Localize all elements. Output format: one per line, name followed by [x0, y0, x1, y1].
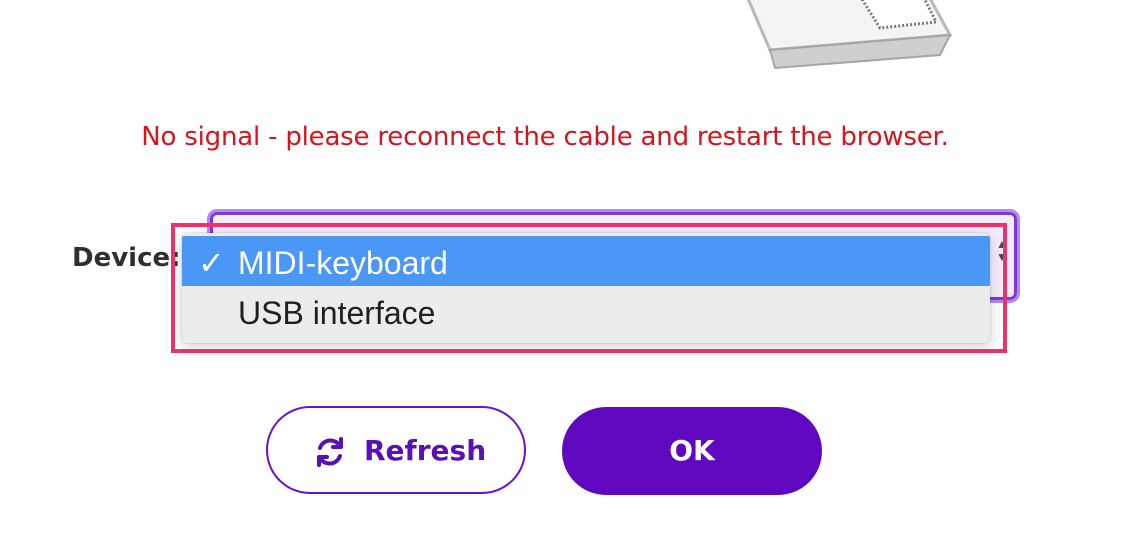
midi-device-illustration — [746, 0, 953, 70]
select-arrows-icon: ▲ ▼ — [996, 237, 1008, 264]
refresh-button[interactable]: Refresh — [266, 406, 526, 494]
dropdown-option-midi-keyboard[interactable]: ✓ MIDI-keyboard — [182, 236, 990, 286]
refresh-icon — [317, 437, 343, 467]
no-signal-error-message: No signal - please reconnect the cable a… — [141, 122, 949, 152]
dropdown-option-usb-interface[interactable]: USB interface — [182, 286, 990, 336]
option-label: MIDI-keyboard — [238, 245, 448, 281]
ok-button[interactable]: OK — [562, 407, 822, 495]
device-dropdown-list: ✓ MIDI-keyboard USB interface — [182, 233, 990, 343]
checkmark-icon: ✓ — [198, 245, 225, 281]
device-label: Device: — [72, 243, 181, 273]
option-label: USB interface — [238, 295, 436, 331]
device-setup-dialog: No signal - please reconnect the cable a… — [0, 0, 1142, 542]
refresh-button-label: Refresh — [364, 434, 487, 467]
